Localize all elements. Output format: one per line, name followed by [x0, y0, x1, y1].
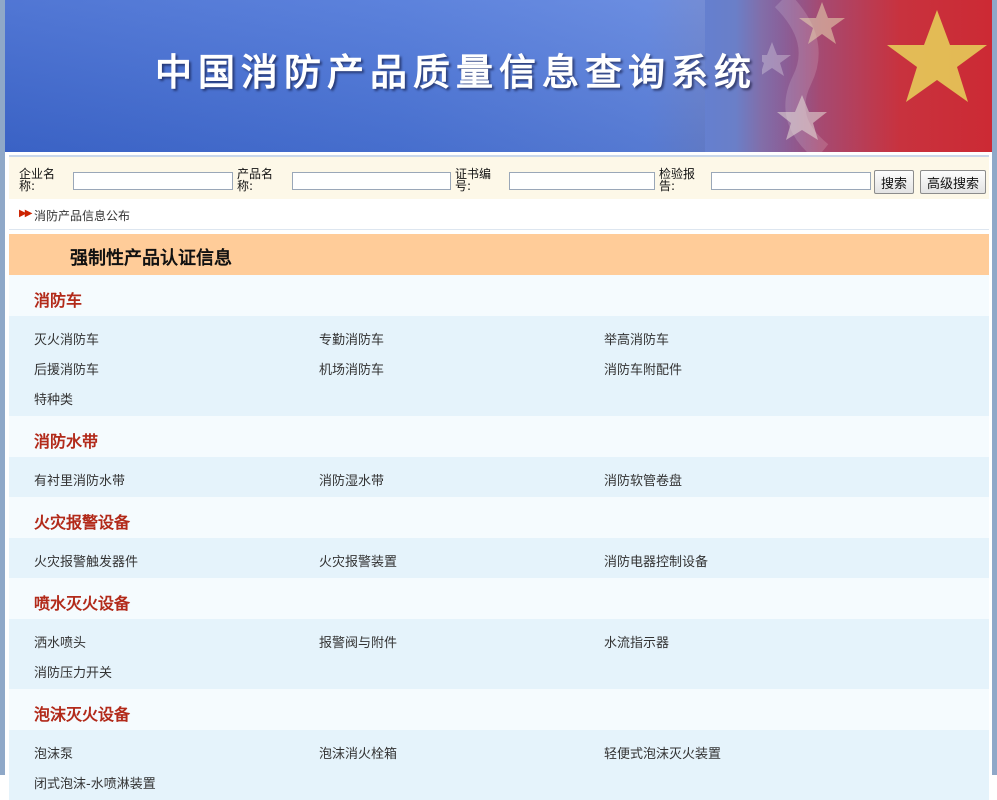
category-row: 消防压力开关	[9, 654, 989, 684]
inspection-report-input[interactable]	[711, 172, 871, 190]
certificate-number-input[interactable]	[509, 172, 655, 190]
category-item-link[interactable]: 消防车附配件	[604, 359, 682, 378]
product-name-input[interactable]	[292, 172, 451, 190]
category-row: 泡沫泵 泡沫消火栓箱 轻便式泡沫灭火装置	[9, 735, 989, 765]
double-arrow-icon: ▶▶	[19, 208, 32, 219]
category-item-link[interactable]: 洒水喷头	[34, 632, 86, 651]
category-title-text: 消防车	[34, 291, 83, 310]
category-title-text: 火灾报警设备	[34, 513, 131, 532]
category-items: 有衬里消防水带 消防湿水带 消防软管卷盘	[9, 457, 989, 497]
category-row: 后援消防车 机场消防车 消防车附配件	[9, 351, 989, 381]
category-item-link[interactable]: 消防湿水带	[319, 470, 384, 489]
category-row: 闭式泡沫-水喷淋装置	[9, 765, 989, 795]
category-item-link[interactable]: 闭式泡沫-水喷淋装置	[34, 773, 156, 792]
category-item-link[interactable]: 水流指示器	[604, 632, 669, 651]
category-item-link[interactable]: 专勤消防车	[319, 329, 384, 348]
category-item-link[interactable]: 火灾报警装置	[319, 551, 397, 570]
category-title: 消防水带	[9, 416, 989, 457]
company-name-input[interactable]	[73, 172, 233, 190]
flag-icon	[762, 0, 992, 152]
category-title-text: 泡沫灭火设备	[34, 705, 131, 724]
search-button[interactable]: 搜索	[874, 170, 915, 194]
category-item-link[interactable]: 机场消防车	[319, 359, 384, 378]
category-row: 灭火消防车 专勤消防车 举高消防车	[9, 321, 989, 351]
category-row: 特种类	[9, 381, 989, 411]
category-item-link[interactable]: 消防压力开关	[34, 662, 112, 681]
category-item-link[interactable]: 消防软管卷盘	[604, 470, 682, 489]
search-bar: 企业名称: 产品名称: 证书编号: 检验报告: 搜索 高级搜索	[9, 155, 989, 201]
category-item-link[interactable]: 轻便式泡沫灭火装置	[604, 743, 721, 762]
category-row: 火灾报警触发器件 火灾报警装置 消防电器控制设备	[9, 543, 989, 573]
category-title: 泡沫灭火设备	[9, 689, 989, 730]
category-items: 泡沫泵 泡沫消火栓箱 轻便式泡沫灭火装置闭式泡沫-水喷淋装置	[9, 730, 989, 800]
breadcrumb-link[interactable]: 消防产品信息公布	[34, 207, 130, 224]
category-item-link[interactable]: 火灾报警触发器件	[34, 551, 138, 570]
category-item-link[interactable]: 消防电器控制设备	[604, 551, 708, 570]
page: 中国消防产品质量信息查询系统 企业名称: 产品名称: 证书编号: 检验报告: 搜…	[0, 0, 997, 800]
category-item-link[interactable]: 泡沫消火栓箱	[319, 743, 397, 762]
category-item-link[interactable]: 泡沫泵	[34, 743, 73, 762]
category-row: 洒水喷头 报警阀与附件 水流指示器	[9, 624, 989, 654]
page-title: 中国消防产品质量信息查询系统	[155, 51, 757, 94]
category-title: 火灾报警设备	[9, 497, 989, 538]
category-item-link[interactable]: 报警阀与附件	[319, 632, 397, 651]
category-items: 灭火消防车 专勤消防车 举高消防车后援消防车 机场消防车 消防车附配件特种类	[9, 316, 989, 416]
category-items: 洒水喷头 报警阀与附件 水流指示器消防压力开关	[9, 619, 989, 689]
category-row: 有衬里消防水带 消防湿水带 消防软管卷盘	[9, 462, 989, 492]
category-items: 火灾报警触发器件 火灾报警装置 消防电器控制设备	[9, 538, 989, 578]
category-title-text: 消防水带	[34, 432, 99, 451]
category-title: 喷水灭火设备	[9, 578, 989, 619]
category-item-link[interactable]: 后援消防车	[34, 359, 99, 378]
category-title-text: 喷水灭火设备	[34, 594, 131, 613]
inspection-report-label: 检验报告:	[659, 167, 696, 193]
header-banner: 中国消防产品质量信息查询系统	[5, 0, 992, 152]
category-item-link[interactable]: 有衬里消防水带	[34, 470, 125, 489]
breadcrumb: ▶▶ 消防产品信息公布	[9, 199, 989, 230]
company-name-label: 企业名称:	[19, 167, 56, 193]
category-title: 消防车	[9, 275, 989, 316]
section-title: 强制性产品认证信息	[70, 248, 232, 269]
product-name-label: 产品名称:	[237, 167, 274, 193]
category-item-link[interactable]: 举高消防车	[604, 329, 669, 348]
section-header: 强制性产品认证信息	[9, 234, 989, 275]
certificate-number-label: 证书编号:	[455, 167, 492, 193]
category-item-link[interactable]: 灭火消防车	[34, 329, 99, 348]
category-item-link[interactable]: 特种类	[34, 389, 73, 408]
advanced-search-button[interactable]: 高级搜索	[920, 170, 987, 194]
category-list: 消防车灭火消防车 专勤消防车 举高消防车后援消防车 机场消防车 消防车附配件特种类消防水…	[9, 275, 989, 800]
